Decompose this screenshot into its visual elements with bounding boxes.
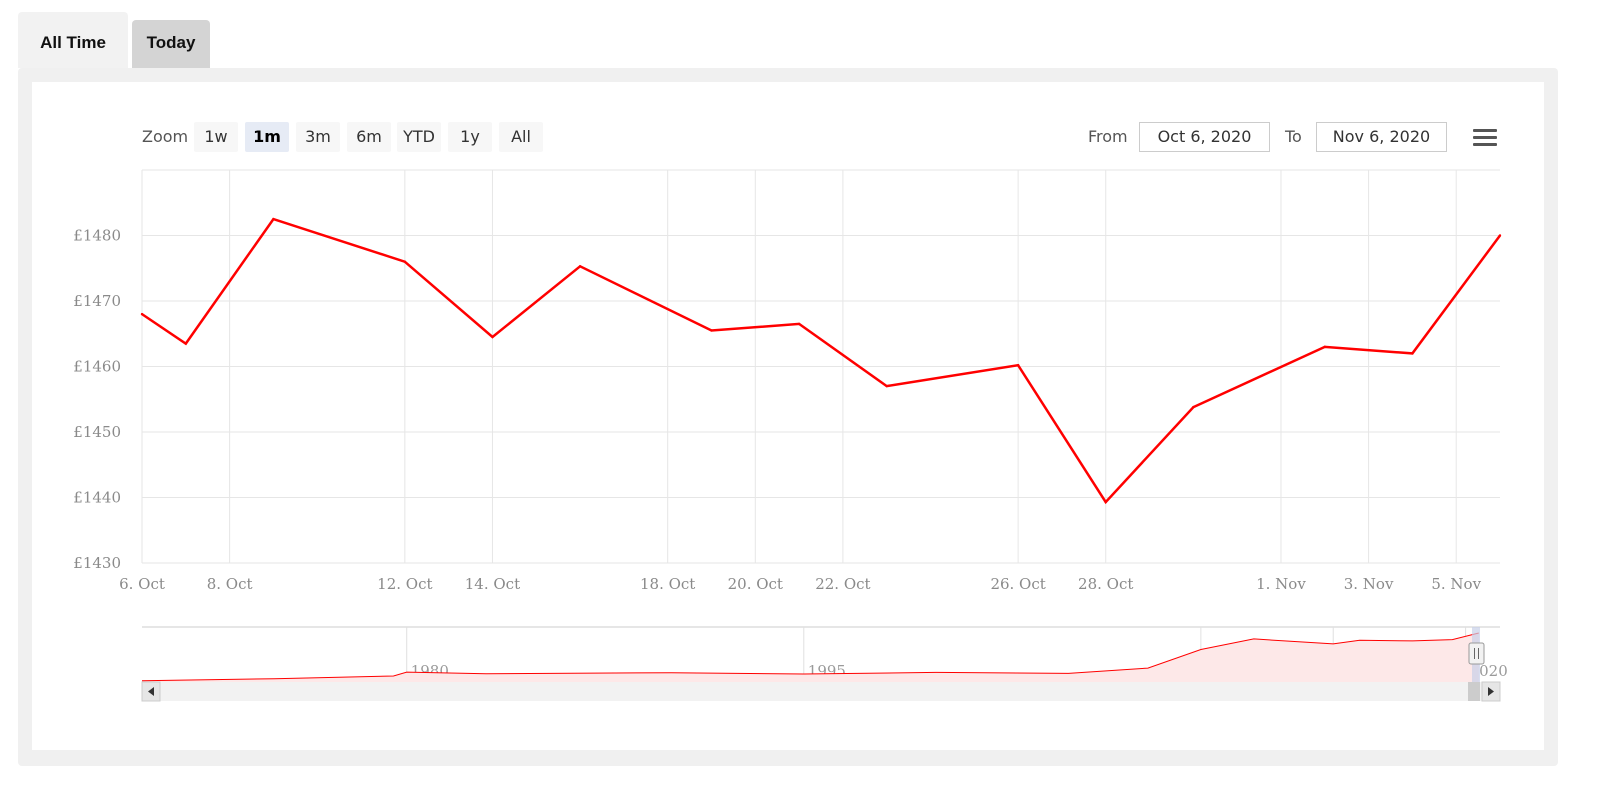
data-point: [272, 217, 275, 221]
data-point: [710, 329, 713, 332]
data-point: [403, 260, 407, 263]
y-tick-label: £1430: [73, 554, 121, 572]
data-point: [1411, 352, 1414, 355]
x-tick-label: 18. Oct: [640, 575, 695, 593]
data-point: [578, 265, 582, 268]
x-tick-label: 8. Oct: [207, 575, 253, 593]
x-tick-label: 6. Oct: [119, 575, 165, 593]
y-tick-label: £1440: [73, 489, 121, 507]
x-tick-label: 22. Oct: [815, 575, 870, 593]
data-point: [797, 322, 801, 326]
data-point: [491, 335, 494, 339]
x-tick-label: 1. Nov: [1256, 575, 1306, 593]
x-tick-label: 14. Oct: [465, 575, 520, 593]
x-tick-label: 3. Nov: [1344, 575, 1394, 593]
x-tick-label: 12. Oct: [377, 575, 432, 593]
x-tick-label: 20. Oct: [728, 575, 783, 593]
data-point: [1192, 405, 1195, 409]
data-point: [184, 342, 188, 345]
navigator-handle: [1468, 642, 1485, 665]
x-tick-label: 28. Oct: [1078, 575, 1133, 593]
y-tick-label: £1470: [73, 292, 121, 310]
scrollbar-track: [142, 682, 1500, 701]
scrollbar-thumb: [1468, 682, 1480, 701]
data-point: [1323, 345, 1326, 349]
data-point: [1498, 234, 1502, 237]
y-tick-label: £1460: [73, 358, 121, 376]
y-tick-label: £1450: [73, 423, 121, 441]
x-tick-label: 5. Nov: [1431, 575, 1481, 593]
data-point: [1104, 500, 1107, 504]
x-tick-label: 26. Oct: [990, 575, 1045, 593]
data-point: [140, 312, 144, 316]
price-chart: £1430 £1440 £1450 £1460 £1470 £1480 6. Oct 8. O…: [73, 169, 1508, 702]
data-point: [885, 384, 888, 388]
data-point: [1016, 363, 1020, 367]
y-tick-label: £1480: [73, 227, 121, 245]
price-series-line: [141, 217, 1502, 505]
